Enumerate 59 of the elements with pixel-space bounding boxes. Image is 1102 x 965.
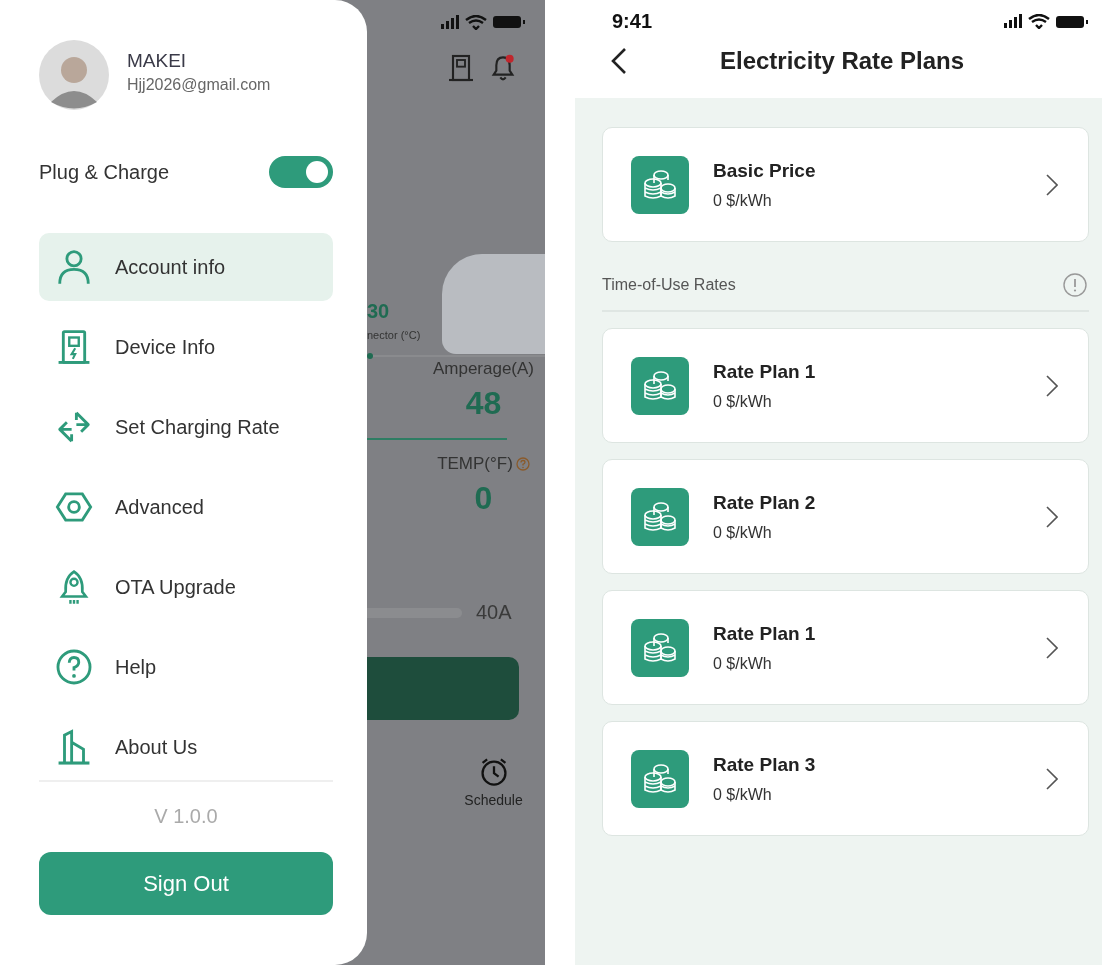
chevron-right-icon xyxy=(1046,767,1058,790)
signal-icon xyxy=(1004,14,1022,29)
menu-item[interactable]: About Us xyxy=(39,713,333,781)
user-name: MAKEI xyxy=(127,50,188,72)
wifi-icon xyxy=(465,14,487,30)
coins-icon xyxy=(631,618,689,677)
menu-item[interactable]: Device Info xyxy=(39,313,333,381)
rate-plan-card[interactable]: Rate Plan 1 0 $/kWh xyxy=(602,328,1089,443)
rate-plan-card[interactable]: Rate Plan 1 0 $/kWh xyxy=(602,590,1089,705)
user-email: Hjj2026@gmail.com xyxy=(127,76,271,94)
plan-price: 0 $/kWh xyxy=(713,785,773,804)
status-time: 9:41 xyxy=(612,10,653,33)
plan-name: Rate Plan 1 xyxy=(713,622,817,645)
person-icon xyxy=(55,248,93,286)
wifi-icon xyxy=(1028,14,1050,29)
amperage-value: 48 xyxy=(465,385,502,422)
coins-icon xyxy=(631,155,689,214)
chevron-right-icon xyxy=(1046,636,1058,659)
rate-plan-card[interactable]: Rate Plan 3 0 $/kWh xyxy=(602,721,1089,836)
plan-name: Rate Plan 1 xyxy=(713,360,817,383)
back-icon[interactable] xyxy=(611,47,627,75)
menu-item[interactable]: OTA Upgrade xyxy=(39,553,333,621)
plan-name: Rate Plan 3 xyxy=(713,753,817,776)
plan-price: 0 $/kWh xyxy=(713,654,773,673)
rate-plan-card[interactable]: Basic Price 0 $/kWh xyxy=(602,127,1089,242)
avatar-icon xyxy=(39,40,109,110)
info-icon[interactable] xyxy=(1063,273,1087,297)
current-limit-text: 40A xyxy=(476,601,512,624)
rate-plan-card[interactable]: Rate Plan 2 0 $/kWh xyxy=(602,459,1089,574)
menu-item[interactable]: Account info xyxy=(39,233,333,301)
battery-icon xyxy=(493,16,525,28)
plug-and-charge-toggle[interactable] xyxy=(269,156,333,188)
battery-icon xyxy=(1056,15,1088,28)
version-text: V 1.0.0 xyxy=(153,805,219,828)
plug-and-charge-label: Plug & Charge xyxy=(39,160,170,184)
plan-name: Rate Plan 2 xyxy=(713,491,817,514)
plan-price: 0 $/kWh xyxy=(713,191,773,210)
section-title: Time-of-Use Rates xyxy=(602,276,736,294)
coins-icon xyxy=(631,749,689,808)
coins-icon xyxy=(631,356,689,415)
chevron-right-icon xyxy=(1046,374,1058,397)
coins-icon xyxy=(631,487,689,546)
menu-item[interactable]: Help xyxy=(39,633,333,701)
amperage-label: Amperage(A) xyxy=(432,359,535,379)
connector-value: 30 xyxy=(367,300,391,323)
schedule-tab-label[interactable]: Schedule xyxy=(464,792,523,808)
plan-name: Basic Price xyxy=(713,159,817,182)
chevron-right-icon xyxy=(1046,173,1058,196)
menu-item[interactable]: Set Charging Rate xyxy=(39,393,333,461)
signal-icon xyxy=(441,14,459,30)
connector-label: nector (°C) xyxy=(367,329,422,341)
chevron-right-icon xyxy=(1046,505,1058,528)
temperature-value: 0 xyxy=(474,480,493,517)
temperature-label: TEMP(°F) xyxy=(437,454,513,474)
plan-price: 0 $/kWh xyxy=(713,392,773,411)
plan-price: 0 $/kWh xyxy=(713,523,773,542)
menu-item[interactable]: Advanced xyxy=(39,473,333,541)
help-icon xyxy=(55,648,93,686)
page-title: Electricity Rate Plans xyxy=(720,47,965,75)
